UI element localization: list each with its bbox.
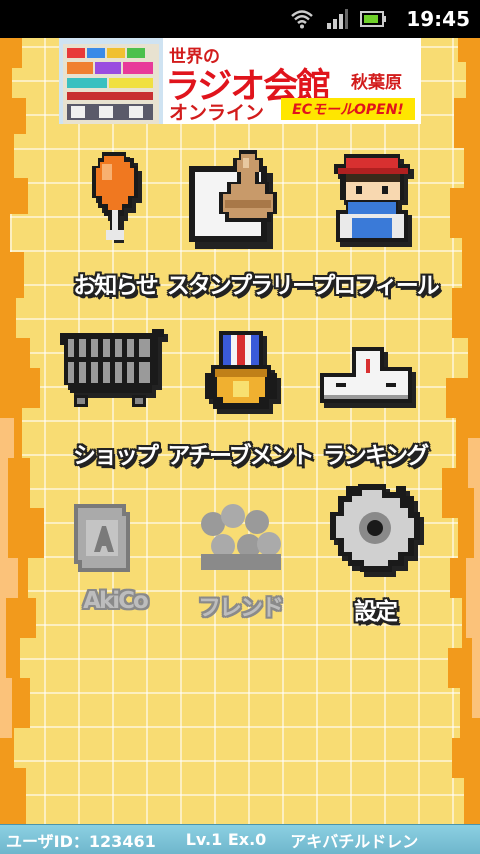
medal-icon [205, 331, 281, 414]
podium-icon [320, 347, 416, 408]
status-bar: 19:45 [0, 0, 480, 38]
user-name: アキバチルドレン [290, 831, 419, 851]
banner-location: 秋葉原 [351, 73, 402, 93]
menu-label-settings: 設定 [354, 599, 398, 625]
home-screen: 世界の ラジオ会館 秋葉原 オンライン ECモールOPEN! お知らせ スタンプ… [0, 38, 480, 824]
gear-icon [330, 484, 424, 577]
menu-item-profile[interactable]: プロフィール [300, 138, 450, 299]
banner-ec-badge: ECモールOPEN! [281, 98, 415, 120]
menu-item-ranking[interactable]: ランキング [300, 303, 450, 469]
avatar-icon [334, 154, 414, 247]
menu-label-profile: プロフィール [312, 273, 440, 299]
banner-online: オンライン [169, 102, 265, 124]
friends-icon [201, 504, 281, 570]
user-level: Lv.1 Ex.0 [185, 830, 267, 849]
wifi-icon [290, 9, 314, 29]
signal-icon [326, 9, 349, 29]
menu-item-settings[interactable]: 設定 [300, 468, 450, 628]
user-id: ユーザID：123461 [6, 831, 156, 851]
radio-kaikan-banner[interactable]: 世界の ラジオ会館 秋葉原 オンライン ECモールOPEN! [59, 38, 421, 124]
building-image [59, 38, 163, 124]
stamp-icon [189, 150, 277, 249]
user-status-bar: ユーザID：123461 Lv.1 Ex.0 アキバチルドレン [0, 824, 480, 854]
battery-icon [360, 10, 387, 28]
status-time: 19:45 [406, 7, 470, 31]
menu-label-ranking: ランキング [322, 443, 429, 469]
